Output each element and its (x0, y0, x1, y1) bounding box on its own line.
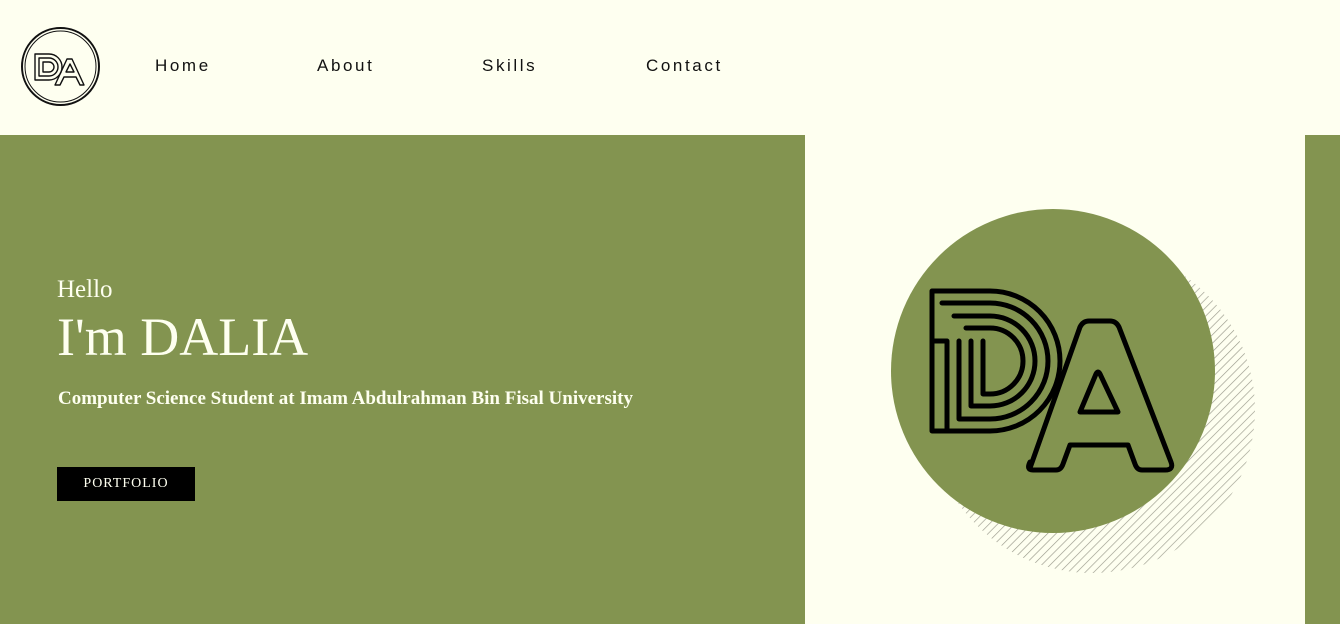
da-logo-icon[interactable] (20, 26, 101, 107)
site-header: Home About Skills Contact (0, 0, 1340, 135)
nav-skills-link[interactable]: Skills (482, 56, 537, 76)
nav-home-link[interactable]: Home (155, 56, 211, 76)
hero-intro-panel (0, 135, 805, 624)
nav-about-link[interactable]: About (317, 56, 374, 76)
hero-tagline: Computer Science Student at Imam Abdulra… (58, 388, 633, 409)
hero-side-strip (1305, 135, 1340, 624)
nav-contact-link[interactable]: Contact (646, 56, 723, 76)
portfolio-button[interactable]: PORTFOLIO (57, 467, 195, 501)
hero-name-heading: I'm DALIA (57, 307, 309, 367)
da-monogram-circle-illustration-icon (891, 209, 1255, 573)
hero-greeting: Hello (57, 276, 113, 303)
